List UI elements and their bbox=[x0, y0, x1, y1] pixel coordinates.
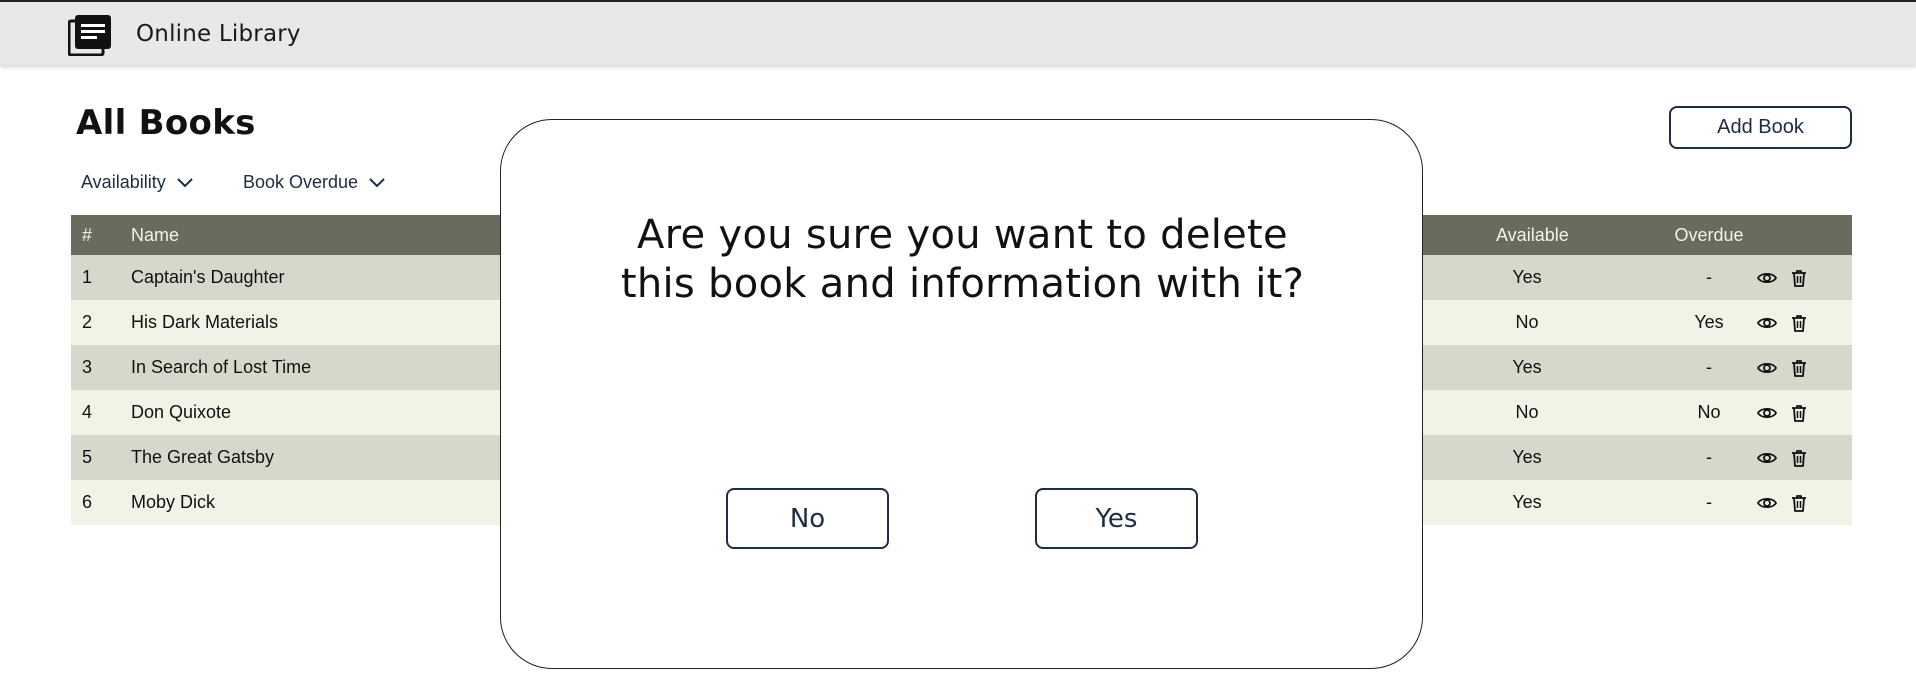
book-overdue-filter-dropdown[interactable]: Book Overdue bbox=[243, 172, 386, 193]
row-actions bbox=[1757, 358, 1809, 378]
no-button[interactable]: No bbox=[726, 488, 889, 549]
header-num: # bbox=[82, 224, 93, 245]
eye-icon[interactable] bbox=[1757, 448, 1777, 468]
availability-filter-dropdown[interactable]: Availability bbox=[81, 172, 194, 193]
trash-icon[interactable] bbox=[1789, 358, 1809, 378]
eye-icon[interactable] bbox=[1757, 313, 1777, 333]
row-num: 1 bbox=[82, 267, 93, 287]
row-name: The Great Gatsby bbox=[131, 447, 275, 467]
yes-button[interactable]: Yes bbox=[1035, 488, 1198, 549]
row-available: Yes bbox=[1512, 447, 1542, 467]
trash-icon[interactable] bbox=[1789, 268, 1809, 288]
row-actions bbox=[1757, 448, 1809, 468]
eye-icon[interactable] bbox=[1757, 268, 1777, 288]
row-num: 3 bbox=[82, 357, 93, 377]
row-actions bbox=[1757, 268, 1809, 288]
availability-filter-label: Availability bbox=[81, 172, 166, 192]
chevron-down-icon bbox=[177, 177, 193, 187]
eye-icon[interactable] bbox=[1757, 493, 1777, 513]
trash-icon[interactable] bbox=[1789, 448, 1809, 468]
row-name: Captain's Daughter bbox=[131, 267, 285, 287]
row-available: Yes bbox=[1512, 267, 1542, 287]
top-bar: Online Library bbox=[0, 2, 1916, 65]
header-name: Name bbox=[131, 224, 180, 245]
trash-icon[interactable] bbox=[1789, 403, 1809, 423]
dialog-message-line-2: this book and information with it? bbox=[620, 261, 1305, 307]
dialog-message: Are you sure you want to delete this boo… bbox=[501, 211, 1424, 309]
add-book-button[interactable]: Add Book bbox=[1669, 106, 1852, 149]
book-stack-icon bbox=[68, 15, 111, 56]
header-overdue: Overdue bbox=[1674, 224, 1744, 245]
page-title: All Books bbox=[76, 103, 256, 143]
row-available: Yes bbox=[1512, 492, 1542, 512]
trash-icon[interactable] bbox=[1789, 493, 1809, 513]
eye-icon[interactable] bbox=[1757, 403, 1777, 423]
row-available: No bbox=[1515, 312, 1539, 332]
row-num: 4 bbox=[82, 402, 93, 422]
row-available: Yes bbox=[1512, 357, 1542, 377]
eye-icon[interactable] bbox=[1757, 358, 1777, 378]
row-name: His Dark Materials bbox=[131, 312, 279, 332]
dialog-message-line-1: Are you sure you want to delete bbox=[637, 212, 1288, 258]
chevron-down-icon bbox=[369, 177, 385, 187]
book-overdue-filter-label: Book Overdue bbox=[243, 172, 359, 192]
app-title: Online Library bbox=[136, 21, 301, 47]
row-num: 6 bbox=[82, 492, 93, 512]
delete-confirm-dialog: Are you sure you want to delete this boo… bbox=[500, 119, 1423, 669]
row-actions bbox=[1757, 313, 1809, 333]
row-actions bbox=[1757, 403, 1809, 423]
row-name: In Search of Lost Time bbox=[131, 357, 312, 377]
row-num: 5 bbox=[82, 447, 93, 467]
row-name: Don Quixote bbox=[131, 402, 232, 422]
header-available: Available bbox=[1496, 224, 1569, 245]
row-actions bbox=[1757, 493, 1809, 513]
row-available: No bbox=[1515, 402, 1539, 422]
trash-icon[interactable] bbox=[1789, 313, 1809, 333]
row-name: Moby Dick bbox=[131, 492, 216, 512]
row-num: 2 bbox=[82, 312, 93, 332]
